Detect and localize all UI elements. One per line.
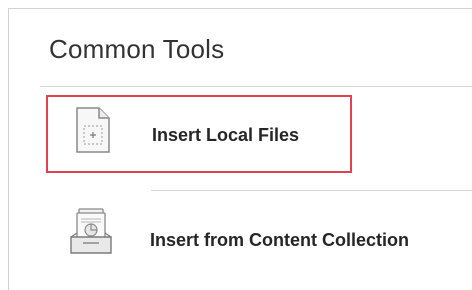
insert-local-files-button[interactable]: Insert Local Files <box>46 95 352 173</box>
panel-title: Common Tools <box>49 34 225 64</box>
insert-from-content-collection-label: Insert from Content Collection <box>150 230 410 250</box>
tool-divider <box>151 190 472 191</box>
insert-local-files-label: Insert Local Files <box>152 125 300 145</box>
title-divider <box>40 86 472 87</box>
insert-from-content-collection-button[interactable]: Insert from Content Collection <box>46 194 466 272</box>
local-file-icon <box>76 107 110 153</box>
content-collection-icon <box>70 208 112 254</box>
